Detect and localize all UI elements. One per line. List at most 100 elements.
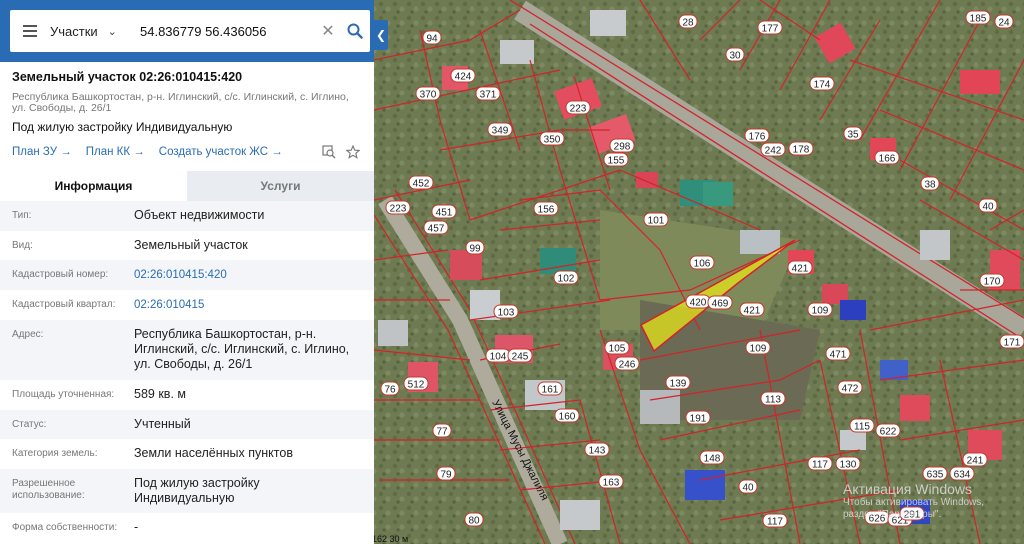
parcel-number-label[interactable]: 99 <box>469 244 481 255</box>
parcel-number-label[interactable]: 469 <box>712 299 729 310</box>
parcel-number-label[interactable]: 242 <box>765 146 782 157</box>
parcel-number-label[interactable]: 40 <box>742 483 754 494</box>
parcel-number-label[interactable]: 77 <box>436 427 448 438</box>
prop-row-address: Адрес: Республика Башкортостан, р-н. Игл… <box>0 320 374 380</box>
search-on-map-icon[interactable] <box>320 143 338 161</box>
parcel-number-label[interactable]: 452 <box>413 179 430 190</box>
parcel-number-label[interactable]: 94 <box>426 34 438 45</box>
parcel-number-label[interactable]: 471 <box>830 350 847 361</box>
parcel-number-label[interactable]: 424 <box>455 72 472 83</box>
parcel-number-label[interactable]: 143 <box>589 446 606 457</box>
parcel-number-label[interactable]: 634 <box>954 470 971 481</box>
parcel-number-label[interactable]: 350 <box>544 135 561 146</box>
clear-icon[interactable]: ✕ <box>316 21 340 41</box>
plan-kk-link[interactable]: План КК → <box>86 146 145 158</box>
search-input[interactable] <box>140 16 316 46</box>
parcel-number-label[interactable]: 178 <box>793 145 810 156</box>
parcel-number-label[interactable]: 176 <box>749 132 766 143</box>
parcel-number-label[interactable]: 104 <box>490 352 507 363</box>
parcel-number-label[interactable]: 421 <box>744 306 761 317</box>
cadastral-number-link[interactable]: 02:26:010415:420 <box>134 260 362 283</box>
parcel-number-label[interactable]: 102 <box>558 274 575 285</box>
prop-row-land-category: Категория земель: Земли населённых пункт… <box>0 439 374 469</box>
parcel-number-label[interactable]: 420 <box>690 298 707 309</box>
parcel-number-label[interactable]: 171 <box>1004 338 1021 349</box>
parcel-number-label[interactable]: 79 <box>440 470 452 481</box>
parcel-number-label[interactable]: 156 <box>538 205 555 216</box>
parcel-number-label[interactable]: 635 <box>927 470 944 481</box>
parcel-number-label[interactable]: 28 <box>682 18 694 29</box>
parcel-number-label[interactable]: 166 <box>879 154 896 165</box>
parcel-number-label[interactable]: 223 <box>390 204 407 215</box>
parcel-number-label[interactable]: 451 <box>436 208 453 219</box>
prop-row-type: Тип: Объект недвижимости <box>0 201 374 231</box>
parcel-number-label[interactable]: 170 <box>984 277 1001 288</box>
parcel-number-label[interactable]: 371 <box>480 90 497 101</box>
parcel-number-label[interactable]: 457 <box>428 224 445 235</box>
parcel-number-label[interactable]: 163 <box>603 478 620 489</box>
parcel-number-label[interactable]: 24 <box>998 18 1010 29</box>
parcel-number-label[interactable]: 298 <box>614 142 631 153</box>
plan-zu-link[interactable]: План ЗУ → <box>12 146 72 158</box>
prop-row-kind: Вид: Земельный участок <box>0 231 374 260</box>
search-type-select[interactable]: Участки ⌄ <box>50 24 140 39</box>
parcel-number-label[interactable]: 113 <box>765 395 781 406</box>
menu-icon[interactable] <box>10 10 50 52</box>
collapse-panel-button[interactable]: ❮ <box>374 20 388 50</box>
parcel-number-label[interactable]: 177 <box>762 24 779 35</box>
parcel-number-label[interactable]: 246 <box>619 360 636 371</box>
parcel-number-label[interactable]: 80 <box>468 516 480 527</box>
tab-services[interactable]: Услуги <box>187 171 374 201</box>
parcel-number-label[interactable]: 245 <box>512 352 529 363</box>
search-box: Участки ⌄ ✕ <box>10 10 370 52</box>
parcel-number-label[interactable]: 191 <box>690 414 707 425</box>
tab-info[interactable]: Информация <box>0 171 187 201</box>
prop-row-area: Площадь уточненная: 589 кв. м <box>0 380 374 410</box>
create-plot-link[interactable]: Создать участок ЖС → <box>159 146 283 158</box>
parcel-number-label[interactable]: 472 <box>842 384 859 395</box>
search-bar: Участки ⌄ ✕ <box>0 0 374 62</box>
parcel-number-label[interactable]: 174 <box>814 80 831 91</box>
prop-value: Земельный участок <box>134 238 248 252</box>
parcel-number-label[interactable]: 161 <box>542 385 559 396</box>
parcel-number-label[interactable]: 117 <box>767 517 783 528</box>
parcel-number-label[interactable]: 223 <box>570 104 587 115</box>
object-use: Под жилую застройку Индивидуальную <box>12 120 233 134</box>
parcel-number-label[interactable]: 115 <box>854 422 870 433</box>
parcel-number-label[interactable]: 155 <box>608 156 625 167</box>
parcel-number-label[interactable]: 30 <box>729 51 741 62</box>
chevron-down-icon: ⌄ <box>107 25 117 38</box>
cadastral-quarter-link[interactable]: 02:26:010415 <box>134 290 362 313</box>
parcel-number-label[interactable]: 349 <box>492 126 509 137</box>
parcel-number-label[interactable]: 76 <box>384 385 396 396</box>
parcel-number-label[interactable]: 109 <box>750 344 767 355</box>
parcel-number-label[interactable]: 160 <box>559 412 576 423</box>
parcel-number-label[interactable]: 139 <box>670 379 687 390</box>
prop-key: Форма собственности: <box>12 522 118 533</box>
parcel-number-label[interactable]: 185 <box>970 14 987 25</box>
parcel-number-label[interactable]: 38 <box>924 180 936 191</box>
prop-key: Тип: <box>12 210 32 221</box>
parcel-number-label[interactable]: 117 <box>812 460 828 471</box>
prop-row-permitted-use: Разрешенное использование: Под жилую зас… <box>0 469 374 513</box>
parcel-number-label[interactable]: 370 <box>420 90 437 101</box>
search-button[interactable] <box>340 10 370 52</box>
windows-activation-watermark: Активация Windows Чтобы активировать Win… <box>843 481 984 521</box>
parcel-number-label[interactable]: 35 <box>847 130 859 141</box>
parcel-number-label[interactable]: 105 <box>609 344 626 355</box>
prop-value: Объект недвижимости <box>134 208 265 222</box>
parcel-number-label[interactable]: 512 <box>408 380 425 391</box>
parcel-number-label[interactable]: 130 <box>840 460 857 471</box>
parcel-number-label[interactable]: 109 <box>812 306 829 317</box>
star-icon[interactable] <box>344 143 362 161</box>
object-header: Земельный участок 02:26:010415:420 Респу… <box>0 62 374 167</box>
parcel-number-label[interactable]: 241 <box>967 456 984 467</box>
prop-row-status: Статус: Учтенный <box>0 410 374 439</box>
parcel-number-label[interactable]: 106 <box>694 259 711 270</box>
parcel-number-label[interactable]: 103 <box>498 308 515 319</box>
parcel-number-label[interactable]: 622 <box>880 427 897 438</box>
parcel-number-label[interactable]: 148 <box>704 454 721 465</box>
parcel-number-label[interactable]: 421 <box>792 264 809 275</box>
parcel-number-label[interactable]: 101 <box>648 216 665 227</box>
parcel-number-label[interactable]: 40 <box>982 202 994 213</box>
